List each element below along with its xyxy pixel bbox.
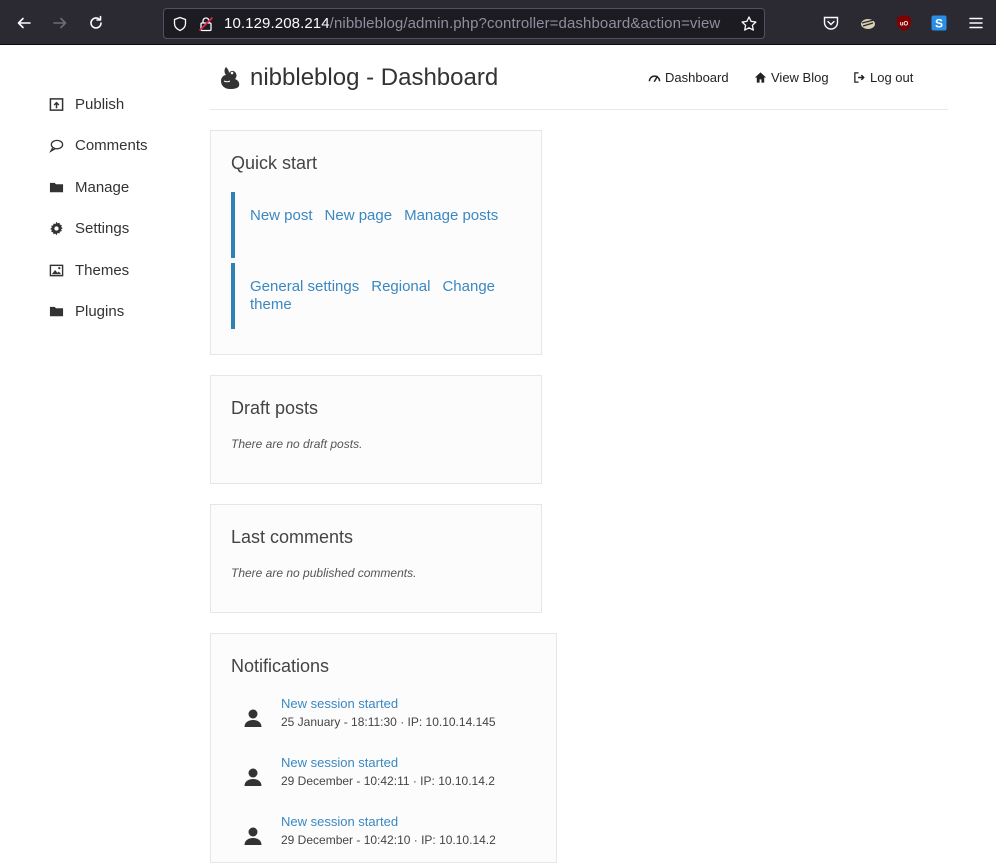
notification-title-link[interactable]: New session started [281,814,398,829]
sidebar-item-comments[interactable]: Comments [48,133,148,157]
notification-title-link[interactable]: New session started [281,696,398,711]
reload-button[interactable] [84,11,108,35]
sidebar-item-label: Plugins [75,302,125,320]
notifications-panel: Notifications New session started 25 Jan… [210,633,557,863]
draft-posts-title: Draft posts [231,398,319,418]
home-icon [754,72,767,83]
publish-icon [48,96,65,113]
notification-meta: 29 December - 10:42:10 · IP: 10.10.14.2 [281,833,496,847]
nav-view-blog[interactable]: View Blog [754,70,829,85]
back-arrow-icon [17,17,31,29]
general-settings-link[interactable]: General settings [250,278,359,295]
logout-icon [854,72,865,83]
sidebar-item-label: Comments [75,136,148,154]
svg-text:uO: uO [900,22,909,28]
hamburger-menu-icon[interactable] [967,14,985,32]
reload-icon [90,15,102,29]
pocket-icon[interactable] [822,14,840,32]
gear-icon [48,220,65,237]
notification-item: New session started 29 December - 10:42:… [231,755,551,799]
tracking-shield-icon[interactable] [172,16,188,32]
draft-posts-panel: Draft posts There are no draft posts. [210,375,542,484]
dashboard-icon [648,75,661,82]
s-extension-icon[interactable]: S [930,14,948,32]
sidebar-item-label: Publish [75,95,125,113]
user-icon [244,709,262,727]
insecure-lock-icon[interactable] [198,16,214,32]
sidebar-item-plugins[interactable]: Plugins [48,299,124,323]
nibbleblog-logo-icon [221,67,240,89]
sidebar-item-label: Themes [75,261,130,279]
new-post-link[interactable]: New post [250,207,313,224]
nav-logout[interactable]: Log out [853,70,913,85]
quick-start-title: Quick start [231,153,318,173]
page-header: nibbleblog - Dashboard Dashboard View Bl… [210,55,948,110]
last-comments-empty-note: There are no published comments. [231,566,417,580]
sidebar-item-publish[interactable]: Publish [48,92,124,116]
quick-start-panel: Quick start New post New page Manage posts… [210,130,542,355]
sidebar-item-settings[interactable]: Settings [48,216,129,240]
extension-icon[interactable] [859,14,877,32]
sidebar-item-themes[interactable]: Themes [48,258,129,282]
notification-item: New session started 29 December - 10:42:… [231,814,551,858]
notification-meta: 25 January - 18:11:30 · IP: 10.10.14.145 [281,715,496,729]
nav-dashboard-label: Dashboard [665,70,729,85]
sidebar-item-label: Settings [75,219,130,237]
url-bar[interactable]: 10.129.208.214/nibbleblog/admin.php?cont… [163,8,765,39]
forward-arrow-icon [53,17,67,29]
comment-icon [48,137,65,154]
last-comments-panel: Last comments There are no published com… [210,504,542,613]
page-title: nibbleblog - Dashboard [250,64,499,91]
back-button[interactable] [12,11,36,35]
notifications-title: Notifications [231,656,330,676]
manage-posts-link[interactable]: Manage posts [404,207,498,224]
url-text[interactable]: 10.129.208.214/nibbleblog/admin.php?cont… [224,15,720,32]
url-host: 10.129.208.214 [224,15,330,32]
notification-item: New session started 25 January - 18:11:3… [231,696,551,740]
nav-dashboard[interactable]: Dashboard [648,70,729,85]
user-icon [244,768,262,786]
quick-start-settings-links: General settings Regional Change theme [231,263,523,329]
url-path: /nibbleblog/admin.php?controller=dashboa… [329,15,721,32]
forward-button[interactable] [48,11,72,35]
regional-link[interactable]: Regional [371,278,430,295]
ublock-origin-icon[interactable]: uO [895,14,913,32]
nav-logout-label: Log out [870,70,914,85]
svg-text:S: S [935,17,943,31]
folder-icon [48,303,65,320]
draft-posts-empty-note: There are no draft posts. [231,437,363,451]
notification-title-link[interactable]: New session started [281,755,398,770]
quick-start-content-links: New post New page Manage posts [231,192,523,258]
folder-icon [48,179,65,196]
notification-meta: 29 December - 10:42:11 · IP: 10.10.14.2 [281,774,495,788]
new-page-link[interactable]: New page [325,207,393,224]
image-icon [48,262,65,279]
sidebar-item-manage[interactable]: Manage [48,175,129,199]
last-comments-title: Last comments [231,527,354,547]
nav-view-blog-label: View Blog [771,70,829,85]
user-icon [244,827,262,845]
sidebar-item-label: Manage [75,178,130,196]
browser-toolbar: 10.129.208.214/nibbleblog/admin.php?cont… [0,0,996,45]
bookmark-star-icon[interactable] [740,15,758,33]
